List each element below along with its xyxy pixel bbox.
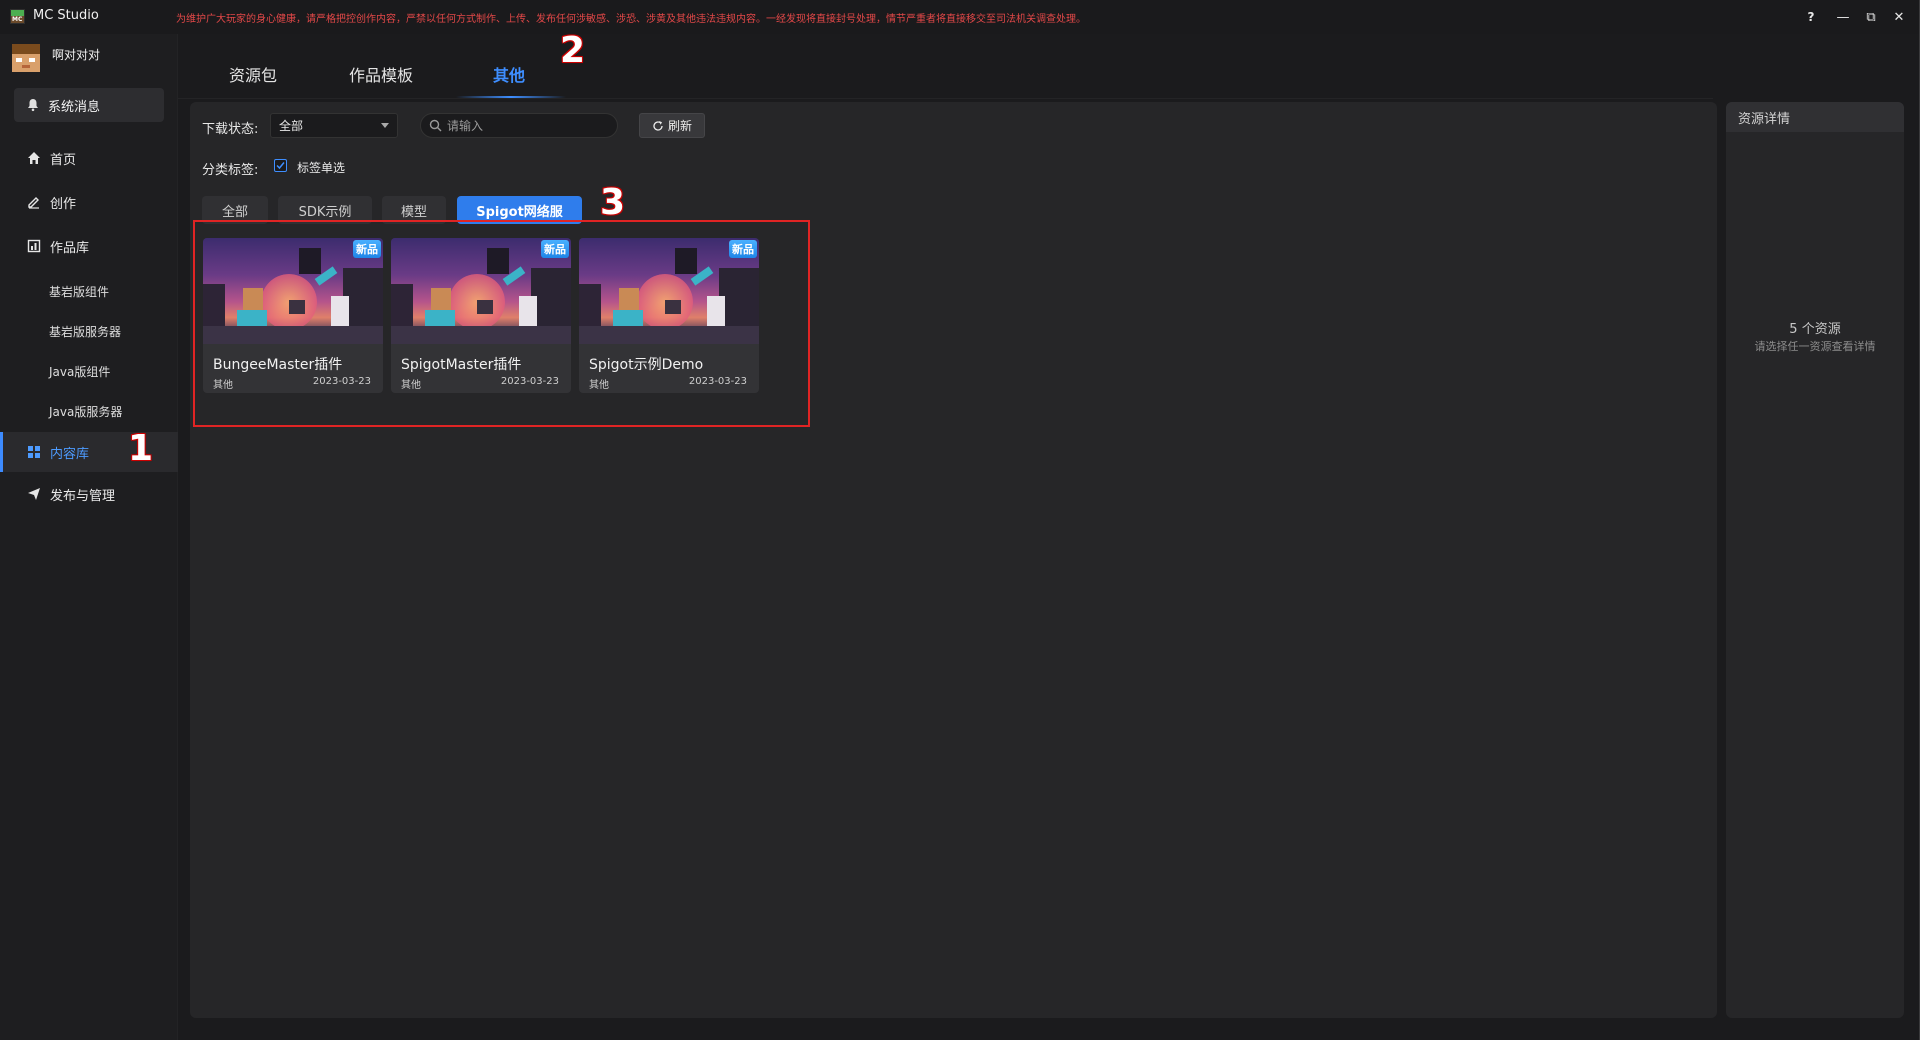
- download-status-value: 全部: [279, 119, 304, 133]
- check-icon: [276, 162, 285, 170]
- single-select-label: 标签单选: [297, 161, 346, 175]
- card-thumbnail: 新品: [203, 238, 383, 344]
- bell-icon: [28, 99, 38, 112]
- card-date: 2023-03-23: [312, 376, 371, 387]
- content-notice: 为维护广大玩家的身心健康，请严格把控创作内容，严禁以任何方式制作、上传、发布任何…: [176, 14, 1086, 25]
- library-icon: [26, 238, 42, 254]
- sidebar-subitem-bedrock-component[interactable]: 基岩版组件: [49, 283, 109, 300]
- annotation-marker-1: 1: [128, 428, 154, 469]
- avatar[interactable]: [12, 44, 40, 72]
- app-title: MC Studio: [33, 8, 99, 23]
- sidebar-subitem-java-server[interactable]: Java版服务器: [49, 403, 122, 420]
- resource-count: 5 个资源: [1789, 322, 1841, 337]
- download-status-select[interactable]: 全部: [270, 113, 398, 138]
- sidebar-item-create[interactable]: 创作: [0, 188, 178, 216]
- sidebar-item-label: 作品库: [50, 240, 90, 256]
- sidebar: 啊对对对 系统消息 首页 创作 作品库 基岩版组件 基岩版服务器 Java版组件…: [0, 34, 178, 1040]
- detail-panel-header: 资源详情: [1726, 102, 1904, 132]
- username: 啊对对对: [52, 48, 101, 62]
- resource-card[interactable]: 新品 BungeeMaster插件 其他 2023-03-23: [203, 238, 383, 393]
- resource-card[interactable]: 新品 SpigotMaster插件 其他 2023-03-23: [391, 238, 571, 393]
- sidebar-item-label: 首页: [50, 152, 77, 168]
- sidebar-subitem-java-component[interactable]: Java版组件: [49, 363, 110, 380]
- refresh-button[interactable]: 刷新: [639, 113, 705, 138]
- refresh-icon: [653, 120, 663, 131]
- sidebar-item-home[interactable]: 首页: [0, 144, 178, 172]
- resource-detail-panel: 资源详情 5 个资源 请选择任一资源查看详情: [1726, 102, 1904, 1018]
- system-message-button[interactable]: 系统消息: [14, 88, 164, 122]
- search-icon: [429, 119, 442, 132]
- sidebar-item-label: 发布与管理: [50, 488, 116, 504]
- tab-other[interactable]: 其他: [493, 62, 525, 86]
- system-message-label: 系统消息: [48, 99, 101, 115]
- close-icon[interactable]: ✕: [1886, 6, 1912, 28]
- card-title: BungeeMaster插件: [213, 357, 343, 373]
- title-bar: MC MC Studio 为维护广大玩家的身心健康，请严格把控创作内容，严禁以任…: [0, 0, 1920, 34]
- card-date: 2023-03-23: [500, 376, 559, 387]
- new-badge: 新品: [353, 240, 381, 258]
- card-category: 其他: [589, 380, 609, 391]
- download-status-label: 下载状态:: [202, 122, 259, 137]
- card-title: SpigotMaster插件: [401, 357, 522, 373]
- category-tag-label: 分类标签:: [202, 163, 259, 178]
- new-badge: 新品: [541, 240, 569, 258]
- help-icon[interactable]: ?: [1798, 6, 1824, 28]
- sidebar-subitem-bedrock-server[interactable]: 基岩版服务器: [49, 323, 121, 340]
- search-placeholder: 请输入: [447, 119, 484, 133]
- sidebar-item-label: 内容库: [50, 446, 90, 462]
- card-thumbnail: 新品: [579, 238, 759, 344]
- search-input[interactable]: 请输入: [420, 113, 618, 138]
- tab-resource-pack[interactable]: 资源包: [229, 62, 277, 86]
- tab-work-template[interactable]: 作品模板: [349, 62, 413, 86]
- home-icon: [26, 150, 42, 166]
- single-select-checkbox[interactable]: [274, 159, 287, 172]
- minimize-icon[interactable]: —: [1830, 6, 1856, 28]
- annotation-marker-2: 2: [560, 30, 586, 71]
- card-date: 2023-03-23: [688, 376, 747, 387]
- grid-icon: [26, 444, 42, 460]
- card-title: Spigot示例Demo: [589, 357, 704, 373]
- annotation-marker-3: 3: [600, 182, 626, 223]
- sidebar-item-publish[interactable]: 发布与管理: [0, 480, 178, 508]
- restore-icon[interactable]: ⧉: [1858, 6, 1884, 28]
- detail-hint: 请选择任一资源查看详情: [1754, 340, 1876, 353]
- sidebar-item-library[interactable]: 作品库: [0, 232, 178, 260]
- card-category: 其他: [213, 380, 233, 391]
- new-badge: 新品: [729, 240, 757, 258]
- card-thumbnail: 新品: [391, 238, 571, 344]
- user-profile[interactable]: 啊对对对: [12, 44, 100, 72]
- send-icon: [26, 486, 42, 502]
- refresh-label: 刷新: [667, 119, 692, 133]
- chevron-down-icon: [381, 123, 389, 128]
- sidebar-item-label: 创作: [50, 196, 77, 212]
- resource-card[interactable]: 新品 Spigot示例Demo 其他 2023-03-23: [579, 238, 759, 393]
- app-logo-icon: MC: [10, 9, 25, 24]
- tab-divider: [178, 98, 1713, 99]
- edit-icon: [26, 194, 42, 210]
- card-category: 其他: [401, 380, 421, 391]
